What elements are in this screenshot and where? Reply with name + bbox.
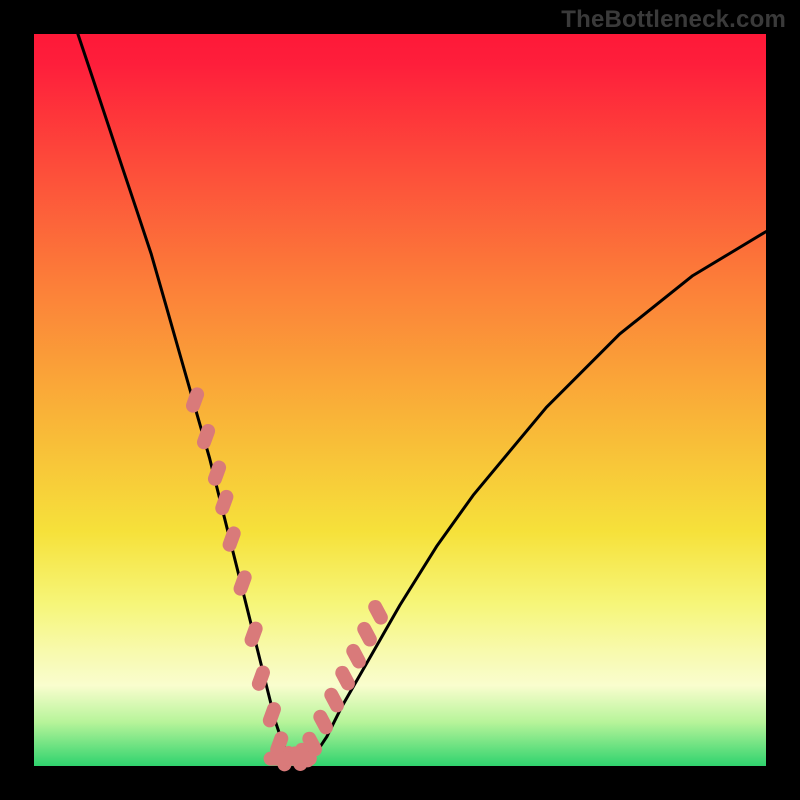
plot-area bbox=[34, 34, 766, 766]
highlight-dot bbox=[184, 385, 206, 414]
highlight-dot bbox=[221, 524, 243, 553]
highlight-dot bbox=[243, 620, 265, 649]
highlight-dot bbox=[366, 598, 391, 628]
bottleneck-curve bbox=[78, 34, 766, 759]
watermark-text: TheBottleneck.com bbox=[561, 6, 786, 34]
chart-frame: TheBottleneck.com bbox=[0, 0, 800, 800]
highlight-dot bbox=[293, 752, 317, 766]
highlight-dot bbox=[232, 568, 254, 597]
highlight-dot bbox=[261, 700, 283, 729]
highlight-dot bbox=[311, 707, 336, 737]
highlight-dot bbox=[195, 422, 217, 451]
highlight-dot bbox=[322, 685, 347, 715]
chart-svg bbox=[34, 34, 766, 766]
